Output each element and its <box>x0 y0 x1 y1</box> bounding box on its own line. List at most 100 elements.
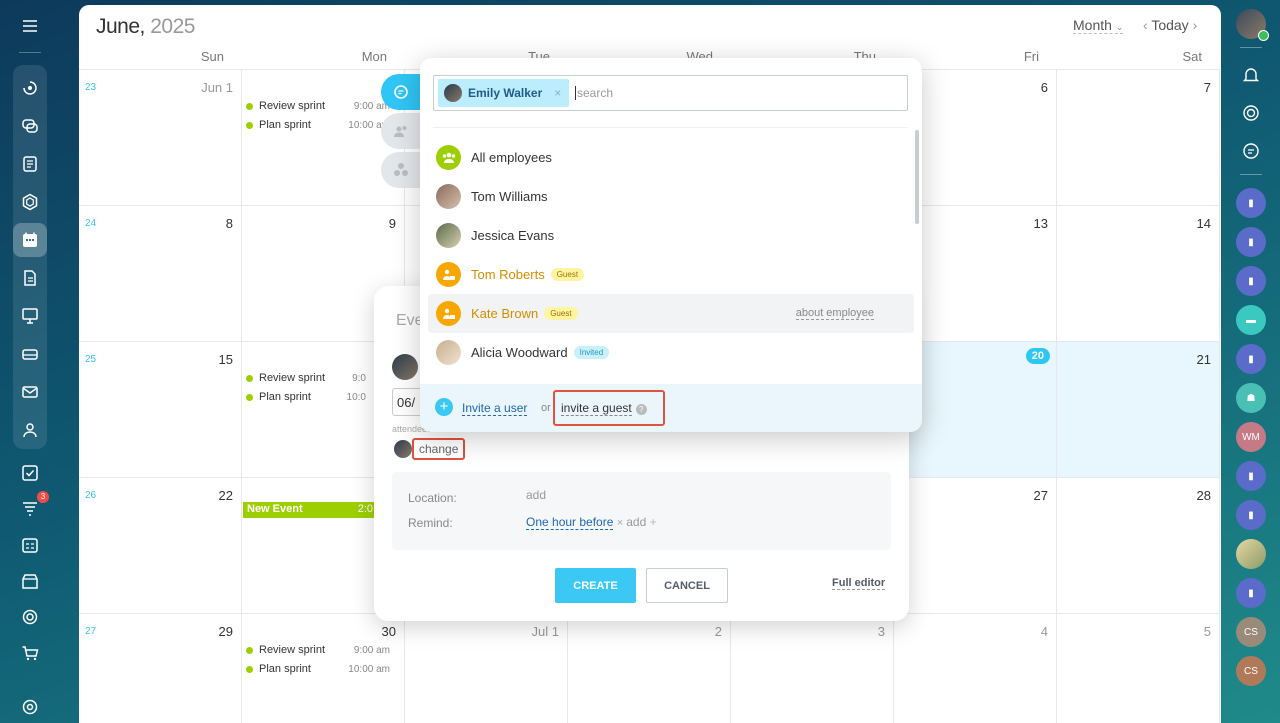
user-name: All employees <box>471 150 552 165</box>
calendar-event[interactable]: Review sprint 9:00 am <box>246 100 396 112</box>
remove-tag-icon[interactable]: × <box>554 86 561 100</box>
tab-employees[interactable] <box>381 113 421 149</box>
page-title: June, 2025 <box>96 15 195 38</box>
day-cell[interactable]: 4 <box>894 613 1057 723</box>
chat-avatar[interactable]: ▮ <box>1236 500 1266 530</box>
checklist-icon[interactable] <box>13 457 47 489</box>
chat-avatar[interactable]: ▮ <box>1236 578 1266 608</box>
location-add-link[interactable]: add <box>526 488 546 502</box>
chat-icon[interactable] <box>13 109 47 143</box>
tab-groups[interactable] <box>381 152 421 188</box>
plus-icon[interactable]: + <box>435 398 453 416</box>
day-cell[interactable]: 26 22 <box>79 477 242 613</box>
day-cell[interactable]: 30 Review sprint 9:00 am Plan sprint 10:00 a… <box>242 613 405 723</box>
day-cell[interactable]: 24 8 <box>79 205 242 341</box>
remind-add-link[interactable]: add <box>626 515 646 529</box>
help-icon[interactable]: ? <box>635 404 647 415</box>
search-box[interactable]: Emily Walker × search <box>433 75 908 111</box>
day-cell[interactable]: Jul 1 <box>405 613 568 723</box>
chat-avatar[interactable] <box>1236 539 1266 569</box>
day-cell[interactable]: 7 <box>1057 69 1220 205</box>
day-cell[interactable]: 23 Jun 1 <box>79 69 242 205</box>
schedule-icon[interactable] <box>13 529 47 561</box>
calendar-event[interactable]: Review sprint 9:00 am <box>246 644 396 656</box>
chat-avatar[interactable]: ▮ <box>1236 344 1266 374</box>
day-number: 15 <box>218 352 233 367</box>
day-cell[interactable]: 28 <box>1057 477 1220 613</box>
target-icon[interactable] <box>13 601 47 633</box>
store-icon[interactable] <box>13 565 47 597</box>
invite-user-link[interactable]: Invite a user <box>462 401 528 416</box>
about-employee-link[interactable]: about employee <box>795 307 874 320</box>
invite-guest-link[interactable]: invite a guest? <box>553 390 665 426</box>
remove-remind-icon[interactable]: × <box>617 517 626 529</box>
week-number: 24 <box>85 218 97 229</box>
today-nav[interactable]: ‹ Today › <box>1143 17 1197 33</box>
tab-recent[interactable] <box>381 74 421 110</box>
chat-avatar-wm[interactable]: WM <box>1236 422 1266 452</box>
document-icon[interactable] <box>13 261 47 295</box>
presentation-icon[interactable] <box>13 299 47 333</box>
user-name: Kate Brown <box>471 306 539 321</box>
user-avatar[interactable] <box>1236 9 1269 41</box>
hexagon-icon[interactable] <box>13 185 47 219</box>
scrollbar[interactable] <box>915 130 919 224</box>
list-item[interactable]: Jessica Evans <box>428 216 914 255</box>
day-number: 5 <box>1203 624 1211 639</box>
users-icon[interactable] <box>13 413 47 447</box>
calendar-icon[interactable] <box>13 222 47 257</box>
chat-avatar[interactable]: ▮ <box>1236 188 1266 218</box>
menu-icon[interactable] <box>13 10 47 42</box>
day-cell[interactable]: 5 <box>1057 613 1220 723</box>
change-attendees-link[interactable]: change <box>412 438 466 460</box>
list-item[interactable]: Kate Brown Guest about employee <box>428 294 914 333</box>
mail-icon[interactable] <box>13 375 47 409</box>
today-button[interactable]: Today <box>1151 17 1188 33</box>
chat-avatar-cs[interactable]: CS <box>1236 656 1266 686</box>
chat-avatar-cs[interactable]: CS <box>1236 617 1266 647</box>
drive-icon[interactable] <box>13 337 47 371</box>
plus-icon[interactable]: + <box>650 515 657 529</box>
view-mode-select[interactable]: Month ⌄ <box>1073 17 1124 34</box>
calendar-event[interactable]: Plan sprint 10:00 am <box>246 663 396 675</box>
selected-user-name: Emily Walker <box>468 86 543 100</box>
list-item[interactable]: Tom Williams <box>428 177 914 216</box>
chat-avatar[interactable]: ▮ <box>1236 227 1266 257</box>
messages-icon[interactable] <box>1236 136 1266 166</box>
day-cell[interactable]: 27 29 <box>79 613 242 723</box>
remind-value[interactable]: One hour before <box>526 515 614 530</box>
tasks-doc-icon[interactable] <box>13 147 47 181</box>
day-cell[interactable]: 14 <box>1057 205 1220 341</box>
cart-icon[interactable] <box>13 637 47 669</box>
funnel-icon[interactable]: 3 <box>13 490 49 525</box>
date-field[interactable]: 06/ <box>392 388 422 416</box>
day-cell[interactable]: 2 <box>568 613 731 723</box>
event-time: 10:0 <box>346 391 366 403</box>
avatar <box>436 223 461 248</box>
feed-icon[interactable] <box>13 71 47 105</box>
chat-avatar[interactable]: ▬ <box>1236 305 1266 335</box>
day-cell[interactable]: 3 <box>731 613 894 723</box>
cancel-button[interactable]: CANCEL <box>646 568 728 603</box>
chat-avatar[interactable]: ▮ <box>1236 461 1266 491</box>
search-input[interactable]: search <box>575 86 613 100</box>
list-item[interactable]: Tom Roberts Guest <box>428 255 914 294</box>
day-cell[interactable]: 25 15 <box>79 341 242 477</box>
day-cell[interactable]: 21 <box>1057 341 1220 477</box>
day-cell[interactable]: 27 <box>894 477 1057 613</box>
bell-icon[interactable] <box>1236 60 1266 90</box>
chevron-right-icon[interactable]: › <box>1193 17 1198 33</box>
full-editor-link[interactable]: Full editor <box>832 577 886 590</box>
invite-guest-label[interactable]: invite a guest <box>561 401 632 416</box>
spiral-icon[interactable] <box>1236 98 1266 128</box>
group-chat-avatar[interactable]: ☗ <box>1236 383 1266 413</box>
settings-icon[interactable] <box>13 691 47 723</box>
list-item[interactable]: All employees <box>428 138 914 177</box>
day-number: 9 <box>388 216 396 231</box>
list-item[interactable]: Alicia Woodward Invited <box>428 333 914 372</box>
chat-avatar[interactable]: ▮ <box>1236 266 1266 296</box>
chevron-left-icon[interactable]: ‹ <box>1143 17 1148 33</box>
all-employees-icon <box>436 145 461 170</box>
calendar-event[interactable]: Plan sprint 10:00 am <box>246 119 396 131</box>
create-button[interactable]: CREATE <box>555 568 636 603</box>
